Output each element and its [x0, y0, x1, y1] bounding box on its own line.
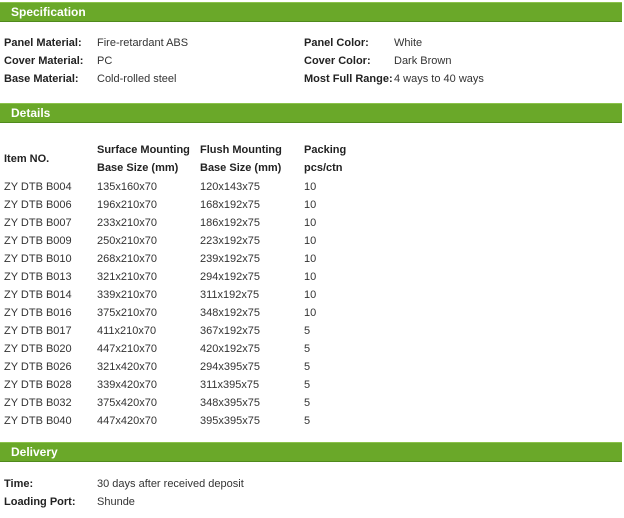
cell-packing: 10	[304, 307, 317, 319]
delivery-label: Time:	[4, 478, 34, 490]
cell-surface-size: 321x420x70	[97, 361, 157, 373]
cell-surface-size: 196x210x70	[97, 199, 157, 211]
cell-packing: 10	[304, 253, 317, 265]
cell-flush-size: 223x192x75	[200, 235, 260, 247]
column-header-packing: Packing	[304, 144, 347, 156]
cell-surface-size: 447x210x70	[97, 343, 157, 355]
cell-flush-size: 311x395x75	[200, 379, 260, 391]
specification-header: Specification	[0, 2, 622, 22]
spec-label: Cover Color:	[304, 55, 371, 67]
cell-surface-size: 339x420x70	[97, 379, 157, 391]
cell-packing: 10	[304, 271, 317, 283]
spec-value: Fire-retardant ABS	[97, 37, 189, 49]
column-header-surface-unit: Base Size (mm)	[97, 162, 179, 174]
cell-item: ZY DTB B010	[4, 253, 72, 265]
details-header: Details	[0, 103, 622, 123]
specification-title: Specification	[11, 5, 86, 19]
cell-item: ZY DTB B004	[4, 181, 72, 193]
cell-item: ZY DTB B007	[4, 217, 72, 229]
column-header-item: Item NO.	[4, 153, 50, 165]
spec-label: Most Full Range:	[304, 73, 393, 85]
cell-surface-size: 135x160x70	[97, 181, 157, 193]
cell-flush-size: 395x395x75	[200, 415, 260, 427]
cell-item: ZY DTB B016	[4, 307, 72, 319]
cell-packing: 5	[304, 397, 311, 409]
cell-packing: 5	[304, 361, 311, 373]
delivery-label: Loading Port:	[4, 496, 76, 508]
cell-surface-size: 375x210x70	[97, 307, 157, 319]
cell-item: ZY DTB B009	[4, 235, 72, 247]
spec-label: Cover Material:	[4, 55, 84, 67]
cell-surface-size: 447x420x70	[97, 415, 157, 427]
cell-surface-size: 339x210x70	[97, 289, 157, 301]
spec-value: 4 ways to 40 ways	[394, 73, 484, 85]
cell-flush-size: 420x192x75	[200, 343, 260, 355]
cell-surface-size: 411x210x70	[97, 325, 157, 337]
cell-item: ZY DTB B040	[4, 415, 72, 427]
spec-label: Panel Material:	[4, 37, 82, 49]
cell-flush-size: 367x192x75	[200, 325, 260, 337]
cell-packing: 5	[304, 343, 311, 355]
cell-surface-size: 250x210x70	[97, 235, 157, 247]
cell-item: ZY DTB B026	[4, 361, 72, 373]
spec-value: Cold-rolled steel	[97, 73, 177, 85]
column-header-flush-unit: Base Size (mm)	[200, 162, 282, 174]
spec-label: Base Material:	[4, 73, 79, 85]
cell-flush-size: 186x192x75	[200, 217, 260, 229]
spec-value: PC	[97, 55, 113, 67]
cell-packing: 10	[304, 217, 317, 229]
cell-packing: 10	[304, 181, 317, 193]
column-header-packing-unit: pcs/ctn	[304, 162, 343, 174]
cell-flush-size: 348x192x75	[200, 307, 260, 319]
cell-flush-size: 294x192x75	[200, 271, 260, 283]
cell-item: ZY DTB B017	[4, 325, 72, 337]
spec-value: White	[394, 37, 423, 49]
cell-surface-size: 233x210x70	[97, 217, 157, 229]
column-header-flush: Flush Mounting	[200, 144, 282, 156]
cell-surface-size: 321x210x70	[97, 271, 157, 283]
cell-item: ZY DTB B020	[4, 343, 72, 355]
cell-flush-size: 168x192x75	[200, 199, 260, 211]
cell-item: ZY DTB B013	[4, 271, 72, 283]
cell-flush-size: 120x143x75	[200, 181, 260, 193]
cell-packing: 5	[304, 325, 311, 337]
column-header-surface: Surface Mounting	[97, 144, 190, 156]
cell-packing: 5	[304, 379, 311, 391]
spec-value: Dark Brown	[394, 55, 452, 67]
cell-flush-size: 311x192x75	[200, 289, 260, 301]
delivery-header: Delivery	[0, 442, 622, 462]
delivery-value: Shunde	[97, 496, 135, 508]
spec-label: Panel Color:	[304, 37, 369, 49]
cell-surface-size: 268x210x70	[97, 253, 157, 265]
cell-packing: 10	[304, 199, 317, 211]
cell-packing: 10	[304, 235, 317, 247]
cell-item: ZY DTB B028	[4, 379, 72, 391]
delivery-title: Delivery	[11, 445, 58, 459]
cell-flush-size: 294x395x75	[200, 361, 260, 373]
cell-item: ZY DTB B006	[4, 199, 72, 211]
details-title: Details	[11, 106, 51, 120]
cell-packing: 10	[304, 289, 317, 301]
cell-flush-size: 239x192x75	[200, 253, 260, 265]
cell-flush-size: 348x395x75	[200, 397, 260, 409]
cell-item: ZY DTB B032	[4, 397, 72, 409]
cell-surface-size: 375x420x70	[97, 397, 157, 409]
delivery-value: 30 days after received deposit	[97, 478, 244, 490]
cell-packing: 5	[304, 415, 311, 427]
cell-item: ZY DTB B014	[4, 289, 72, 301]
